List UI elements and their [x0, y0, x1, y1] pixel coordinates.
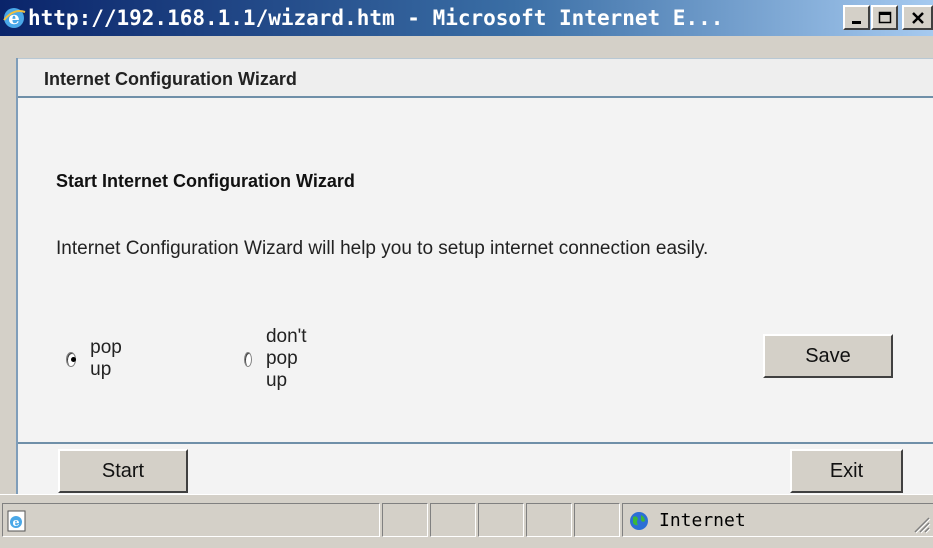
wizard-header: Internet Configuration Wizard [18, 58, 933, 98]
wizard-header-title: Internet Configuration Wizard [44, 69, 297, 89]
section-title: Start Internet Configuration Wizard [56, 171, 355, 191]
status-pane [382, 503, 428, 537]
maximize-button[interactable] [871, 5, 898, 30]
status-pane [574, 503, 620, 537]
radio-button-checked[interactable] [66, 351, 77, 367]
ie-logo-icon: e [3, 8, 26, 29]
exit-button[interactable]: Exit [790, 449, 903, 493]
status-pane [526, 503, 572, 537]
browser-content: Internet Configuration Wizard Start Inte… [0, 36, 933, 494]
radio-dont-pop-up[interactable]: don't pop up [244, 326, 314, 391]
resize-grip-icon[interactable] [909, 512, 931, 534]
save-button[interactable]: Save [763, 334, 893, 378]
radio-label: pop up [90, 337, 122, 380]
radio-button-unchecked[interactable] [244, 351, 252, 367]
security-zone-pane[interactable]: Internet [622, 503, 933, 537]
window-titlebar[interactable]: e http://192.168.1.1/wizard.htm - Micros… [0, 0, 933, 36]
radio-label: don't pop up [265, 326, 307, 391]
status-text-pane: e [2, 503, 380, 537]
close-button[interactable] [902, 5, 933, 30]
window-title: http://192.168.1.1/wizard.htm - Microsof… [28, 6, 724, 30]
ie-page-icon: e [7, 510, 26, 532]
maximize-icon [878, 11, 891, 23]
start-button[interactable]: Start [58, 449, 188, 493]
globe-icon [630, 512, 648, 530]
wizard-panel: Internet Configuration Wizard Start Inte… [16, 58, 933, 494]
close-icon [911, 11, 924, 24]
zone-label: Internet [659, 510, 746, 531]
radio-pop-up[interactable]: pop up [66, 337, 127, 380]
minimize-button[interactable] [843, 5, 870, 30]
status-pane [430, 503, 476, 537]
status-bar: e Internet [0, 494, 933, 548]
svg-text:e: e [13, 516, 20, 529]
wizard-description: Internet Configuration Wizard will help … [56, 238, 709, 259]
minimize-icon [851, 20, 861, 24]
status-pane [478, 503, 524, 537]
wizard-footer: Start Exit [18, 442, 933, 494]
